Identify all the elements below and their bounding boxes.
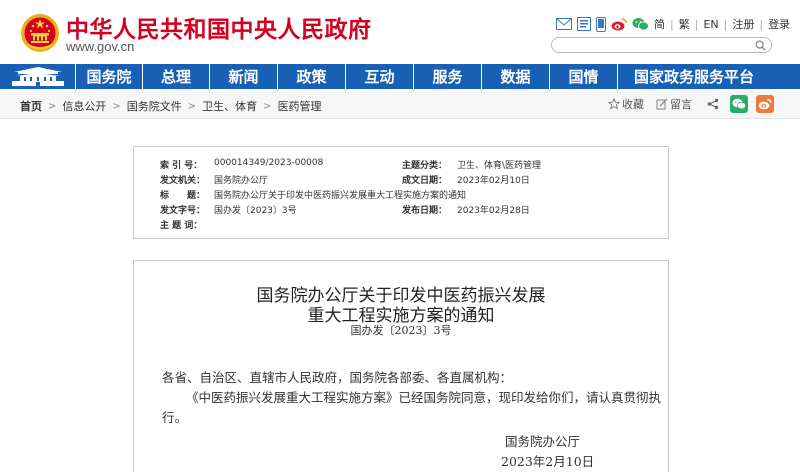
edit-icon (656, 98, 668, 110)
index-label: 索 引 号： (160, 161, 203, 171)
written-date-value: 2023年02月10日 (457, 176, 530, 186)
nav-item-news[interactable]: 新闻 (210, 64, 278, 89)
nav-item-national-conditions[interactable]: 国情 (550, 64, 618, 89)
mobile-icon[interactable] (596, 16, 606, 32)
share-icon (707, 98, 719, 110)
nav-item-data[interactable]: 数据 (482, 64, 550, 89)
nav-item-state-council[interactable]: 国务院 (76, 64, 143, 89)
lang-english[interactable]: EN (703, 18, 718, 31)
published-date-label: 发布日期： (402, 206, 448, 216)
signature: 国务院办公厅 (505, 434, 581, 449)
lang-traditional[interactable]: 繁 (679, 16, 690, 32)
register-link[interactable]: 注册 (732, 16, 754, 32)
salutation: 各省、自治区、直辖市人民政府，国务院各部委、各直属机构： (162, 370, 513, 385)
mail-icon[interactable] (556, 16, 572, 32)
category-label: 主题分类： (402, 161, 448, 171)
issuer-value: 国务院办公厅 (214, 176, 269, 186)
nav-item-premier[interactable]: 总理 (143, 64, 210, 89)
article-doc-number: 国办发〔2023〕3号 (350, 324, 452, 337)
category-value: 卫生、体育\医药管理 (457, 161, 542, 171)
index-value: 000014349/2023-00008 (214, 158, 324, 168)
breadcrumb-home[interactable]: 首页 (20, 98, 42, 114)
news-icon[interactable] (577, 16, 591, 32)
login-link[interactable]: 登录 (768, 16, 790, 32)
breadcrumb: 首页 > 信息公开 > 国务院文件 > 卫生、体育 > 医药管理 (20, 98, 322, 114)
nav-item-gov-service-platform[interactable]: 国家政务服务平台 (618, 64, 770, 89)
title-value: 国务院办公厅关于印发中医药振兴发展重大工程实施方案的通知 (214, 191, 467, 201)
document-info-table: 索 引 号： 000014349/2023-00008 主题分类： 卫生、体育\… (133, 146, 669, 239)
body-paragraph-line-1: 《中医药振兴发展重大工程实施方案》已经国务院同意，现印发给你们，请认真贯彻执 (186, 390, 662, 405)
nav-item-interaction[interactable]: 互动 (346, 64, 414, 89)
tiananmen-icon (12, 67, 64, 86)
national-emblem-icon[interactable] (20, 13, 60, 53)
weibo-share-button[interactable] (756, 95, 774, 113)
published-date-value: 2023年02月28日 (457, 206, 530, 216)
comment-label: 留言 (670, 98, 692, 111)
top-tools: 简 | 繁 | EN | 注册 | 登录 (556, 15, 790, 33)
nav-item-policy[interactable]: 政策 (278, 64, 346, 89)
search-input[interactable] (560, 39, 750, 51)
breadcrumb-state-council-docs[interactable]: 国务院文件 (127, 98, 182, 114)
keywords-label: 主 题 词： (160, 221, 203, 231)
wechat-share-button[interactable] (730, 95, 748, 113)
main-nav: 国务院 总理 新闻 政策 互动 服务 数据 国情 国家政务服务平台 (0, 64, 800, 89)
wechat-icon (732, 98, 746, 110)
title-label: 标 题： (160, 191, 206, 201)
search-icon[interactable] (755, 40, 766, 51)
doc-number-value: 国办发〔2023〕3号 (214, 206, 297, 216)
weibo-icon[interactable] (611, 16, 627, 32)
nav-item-services[interactable]: 服务 (414, 64, 482, 89)
lang-simplified[interactable]: 简 (654, 16, 665, 32)
doc-number-label: 发文字号： (160, 206, 206, 216)
share-button[interactable] (704, 95, 722, 113)
weibo-icon (758, 98, 772, 110)
body-paragraph-line-2: 行。 (162, 410, 188, 425)
site-url: www.gov.cn (66, 39, 135, 54)
comment-button[interactable]: 留言 (656, 96, 692, 112)
star-icon (608, 98, 620, 110)
search-box (551, 37, 772, 53)
issuer-label: 发文机关： (160, 176, 206, 186)
breadcrumb-health-sports[interactable]: 卫生、体育 (202, 98, 257, 114)
favorite-label: 收藏 (622, 98, 644, 111)
breadcrumb-info-disclosure[interactable]: 信息公开 (62, 98, 106, 114)
breadcrumb-medicine-management[interactable]: 医药管理 (278, 98, 322, 114)
site-header: 中华人民共和国中央人民政府 www.gov.cn 简 | 繁 | EN | 注册… (0, 0, 800, 64)
breadcrumb-bar: 首页 > 信息公开 > 国务院文件 > 卫生、体育 > 医药管理 收藏 留言 (0, 89, 800, 119)
nav-home-tiananmen[interactable] (0, 64, 76, 89)
favorite-button[interactable]: 收藏 (608, 96, 644, 112)
signature-date: 2023年2月10日 (501, 454, 595, 469)
wechat-icon[interactable] (632, 16, 649, 32)
article-tools: 收藏 留言 (608, 95, 782, 113)
written-date-label: 成文日期： (402, 176, 448, 186)
article-body: 国务院办公厅关于印发中医药振兴发展 重大工程实施方案的通知 国办发〔2023〕3… (133, 260, 669, 472)
